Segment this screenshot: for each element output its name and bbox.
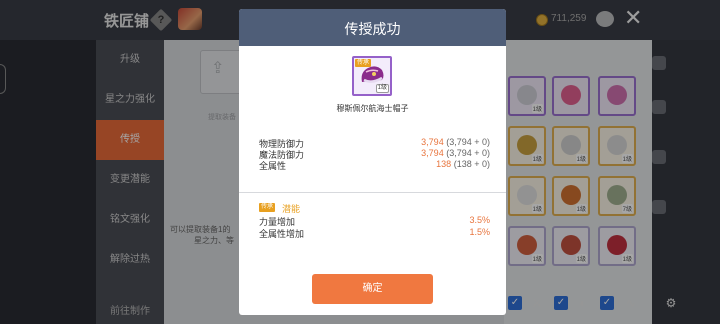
potential-tag: 传承 xyxy=(259,203,276,212)
potential-label: 潜能 xyxy=(282,204,301,214)
dialog-header: 传授成功 xyxy=(239,9,506,46)
item-slot[interactable]: 传承 1级 xyxy=(352,56,392,96)
potential-stat-label: 全属性增加 xyxy=(259,229,305,239)
stat-value: 138 (138 + 0) xyxy=(436,159,490,169)
confirm-button[interactable]: 确定 xyxy=(312,274,433,304)
stat-label: 全属性 xyxy=(259,161,287,171)
potential-stat-value: 1.5% xyxy=(469,227,490,237)
divider xyxy=(239,192,506,193)
potential-stat-value: 3.5% xyxy=(469,215,490,225)
transfer-success-dialog: 传授成功 传承 1级 穆斯佩尔航海士帽子 物理防御力 3,794 (3,794 … xyxy=(239,9,506,315)
item-level: 1级 xyxy=(375,84,389,93)
screen: 铁匠铺 ? 711,259 ✕ 升级 星之力强化 传授 变更潜能 铭文强化 解除… xyxy=(0,0,720,324)
stat-value: 3,794 (3,794 + 0) xyxy=(421,148,490,158)
stat-value: 3,794 (3,794 + 0) xyxy=(421,137,490,147)
item-name: 穆斯佩尔航海士帽子 xyxy=(336,104,409,113)
dialog-title: 传授成功 xyxy=(344,21,401,37)
